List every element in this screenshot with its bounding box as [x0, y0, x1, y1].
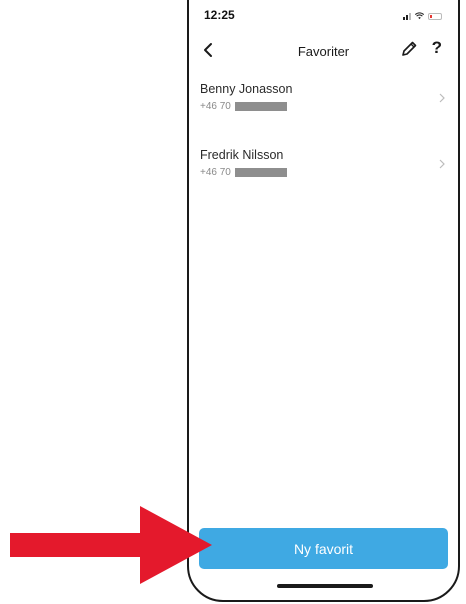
signal-icon	[403, 12, 411, 20]
help-button[interactable]: ?	[432, 38, 442, 58]
status-bar: 12:25	[189, 8, 458, 28]
screenshot-canvas: 12:25 Favoriter ? Benny Jonasson +46 70 …	[0, 0, 466, 604]
home-indicator	[277, 584, 373, 588]
favorites-list: Benny Jonasson +46 70 Fredrik Nilsson +4…	[189, 80, 458, 212]
chevron-right-icon	[439, 159, 445, 169]
favorite-phone: +46 70	[200, 101, 287, 112]
redacted-number	[234, 168, 287, 177]
favorite-phone: +46 70	[200, 167, 287, 178]
favorite-item[interactable]: Fredrik Nilsson +46 70	[189, 146, 458, 212]
chevron-right-icon	[439, 93, 445, 103]
header: Favoriter ?	[189, 38, 458, 62]
status-time: 12:25	[204, 8, 235, 22]
favorite-name: Benny Jonasson	[200, 82, 293, 96]
battery-icon	[428, 12, 442, 20]
phone-prefix: +46 70	[200, 101, 231, 112]
status-icons	[403, 12, 442, 20]
phone-prefix: +46 70	[200, 167, 231, 178]
favorite-item[interactable]: Benny Jonasson +46 70	[189, 80, 458, 146]
pencil-icon[interactable]	[400, 40, 418, 58]
redacted-number	[234, 102, 287, 111]
favorite-name: Fredrik Nilsson	[200, 148, 284, 162]
new-favorite-button[interactable]: Ny favorit	[199, 528, 448, 569]
phone-frame: 12:25 Favoriter ? Benny Jonasson +46 70 …	[187, 0, 460, 602]
wifi-icon	[415, 12, 424, 20]
red-arrow-annotation	[10, 506, 212, 584]
